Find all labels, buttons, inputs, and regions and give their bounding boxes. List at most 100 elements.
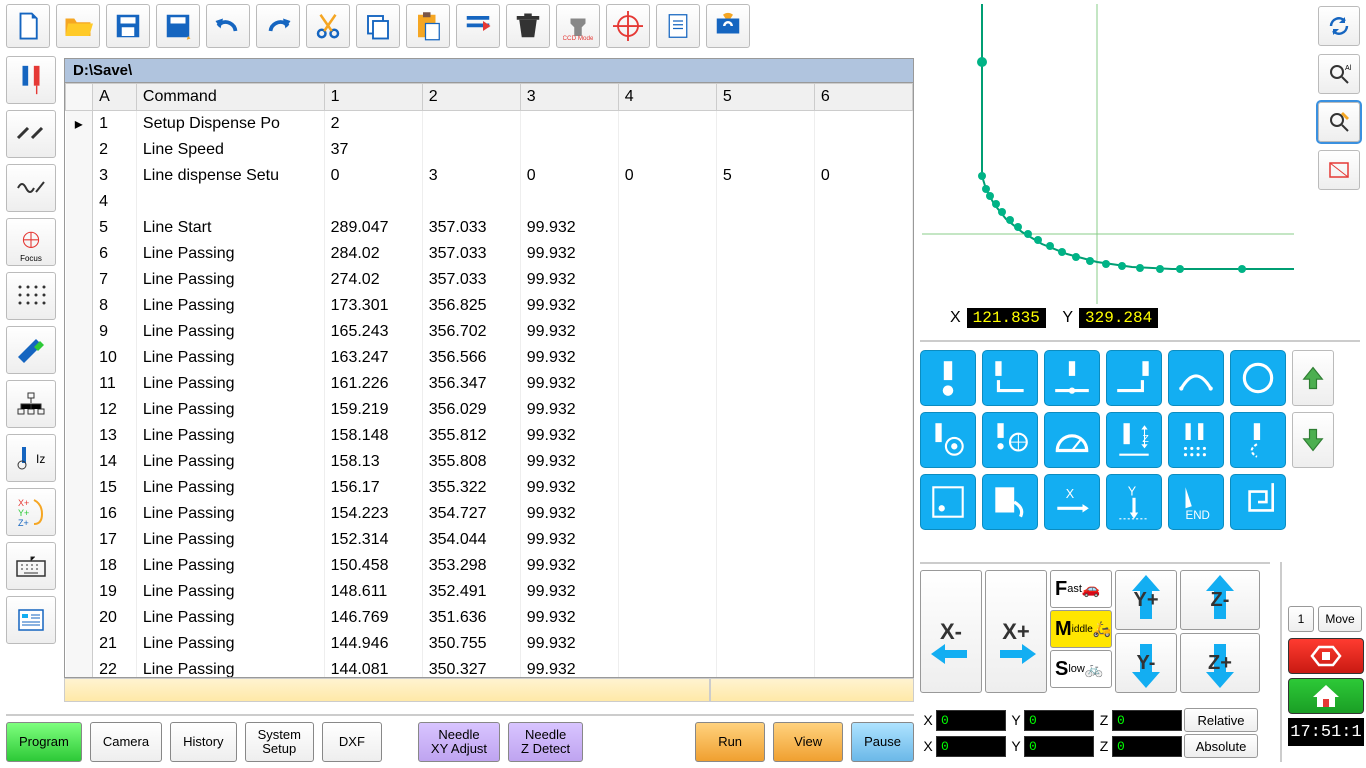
y-offset-button[interactable]: Y — [1106, 474, 1162, 530]
tree-tool-button[interactable] — [6, 380, 56, 428]
system-setup-tab[interactable]: System Setup — [245, 722, 314, 762]
table-row[interactable]: 15Line Passing156.17355.32299.932 — [66, 475, 913, 501]
circle-button[interactable] — [1230, 350, 1286, 406]
delete-button[interactable] — [506, 4, 550, 48]
rel-z-input[interactable]: 0 — [1112, 710, 1182, 731]
jog-y-plus[interactable]: Y+ — [1115, 570, 1177, 630]
home-button[interactable] — [1288, 678, 1364, 714]
open-file-button[interactable] — [56, 4, 100, 48]
speed-middle-button[interactable]: Middle🛵 — [1050, 610, 1112, 648]
spiral-button[interactable] — [1230, 474, 1286, 530]
table-row[interactable]: 2Line Speed37 — [66, 137, 913, 163]
table-row[interactable]: 12Line Passing159.219356.02999.932 — [66, 397, 913, 423]
x-offset-button[interactable]: X — [1044, 474, 1100, 530]
pause-button[interactable]: Pause — [851, 722, 914, 762]
dispense-dot-button[interactable] — [920, 350, 976, 406]
path-preview[interactable] — [922, 4, 1294, 304]
move-button[interactable]: Move — [1318, 606, 1362, 632]
mark-point-button[interactable] — [920, 474, 976, 530]
end-program-button[interactable]: END — [1168, 474, 1224, 530]
copy-button[interactable] — [356, 4, 400, 48]
table-row[interactable]: 4 — [66, 189, 913, 215]
speed-slow-button[interactable]: Slow 🚲 — [1050, 650, 1112, 688]
table-row[interactable]: 3Line dispense Setu030050 — [66, 163, 913, 189]
jog-x-minus[interactable]: X- — [920, 570, 982, 693]
fill-area-button[interactable] — [982, 474, 1038, 530]
jog-y-minus[interactable]: Y- — [1115, 633, 1177, 693]
config-z-button[interactable]: Iz — [6, 434, 56, 482]
jog-z-minus[interactable]: Z- — [1180, 570, 1260, 630]
table-row[interactable]: 20Line Passing146.769351.63699.932 — [66, 605, 913, 631]
table-row[interactable]: 5Line Start289.047357.03399.932 — [66, 215, 913, 241]
speed-fast-button[interactable]: Fast 🚗 — [1050, 570, 1112, 608]
new-file-button[interactable] — [6, 4, 50, 48]
arc-button[interactable] — [1168, 350, 1224, 406]
line-setup-button[interactable] — [982, 412, 1038, 468]
line-tool-button[interactable] — [6, 110, 56, 158]
list-up-button[interactable] — [1292, 350, 1334, 406]
zoom-window-button[interactable] — [1318, 150, 1360, 190]
wave-tool-button[interactable] — [6, 164, 56, 212]
xyz-offset-button[interactable]: X+Y+Z+ — [6, 488, 56, 536]
program-list-button[interactable] — [6, 596, 56, 644]
table-row[interactable]: 11Line Passing161.226356.34799.932 — [66, 371, 913, 397]
rel-x-input[interactable]: 0 — [936, 710, 1006, 731]
table-row[interactable]: 8Line Passing173.301356.82599.932 — [66, 293, 913, 319]
keyboard-button[interactable] — [6, 542, 56, 590]
line-passing-button[interactable] — [1044, 350, 1100, 406]
speed-button[interactable] — [1044, 412, 1100, 468]
jog-x-plus[interactable]: X+ — [985, 570, 1047, 693]
table-row[interactable]: 18Line Passing150.458353.29899.932 — [66, 553, 913, 579]
table-row[interactable]: 22Line Passing144.081350.32799.932 — [66, 657, 913, 679]
table-row[interactable]: 16Line Passing154.223354.72799.932 — [66, 501, 913, 527]
table-row[interactable]: 17Line Passing152.314354.04499.932 — [66, 527, 913, 553]
redo-button[interactable] — [256, 4, 300, 48]
zoom-all-button[interactable]: All — [1318, 54, 1360, 94]
abs-z-input[interactable]: 0 — [1112, 736, 1182, 757]
table-row[interactable]: 6Line Passing284.02357.03399.932 — [66, 241, 913, 267]
line-start-button[interactable] — [982, 350, 1038, 406]
measure-tool-button[interactable] — [6, 326, 56, 374]
refresh-monitor-button[interactable] — [706, 4, 750, 48]
absolute-button[interactable]: Absolute — [1184, 734, 1258, 758]
zoom-select-button[interactable] — [1318, 102, 1360, 142]
camera-tab[interactable]: Camera — [90, 722, 162, 762]
needle-array-button[interactable] — [1168, 412, 1224, 468]
refresh-preview-button[interactable] — [1318, 6, 1360, 46]
step-1-button[interactable]: 1 — [1288, 606, 1314, 632]
view-button[interactable]: View — [773, 722, 843, 762]
history-tab[interactable]: History — [170, 722, 236, 762]
table-row[interactable]: 19Line Passing148.611352.49199.932 — [66, 579, 913, 605]
save-as-button[interactable] — [156, 4, 200, 48]
z-clearance-button[interactable]: Z — [1106, 412, 1162, 468]
document-button[interactable] — [656, 4, 700, 48]
program-tab[interactable]: Program — [6, 722, 82, 762]
cut-button[interactable] — [306, 4, 350, 48]
table-row[interactable]: 13Line Passing158.148355.81299.932 — [66, 423, 913, 449]
table-row[interactable]: 14Line Passing158.13355.80899.932 — [66, 449, 913, 475]
needle-xy-button[interactable]: Needle XY Adjust — [418, 722, 500, 762]
rel-y-input[interactable]: 0 — [1024, 710, 1094, 731]
abs-x-input[interactable]: 0 — [936, 736, 1006, 757]
table-row[interactable]: 7Line Passing274.02357.03399.932 — [66, 267, 913, 293]
abs-y-input[interactable]: 0 — [1024, 736, 1094, 757]
relative-button[interactable]: Relative — [1184, 708, 1258, 732]
table-row[interactable]: ▸1Setup Dispense Po2 — [66, 111, 913, 137]
save-button[interactable] — [106, 4, 150, 48]
paste-button[interactable] — [406, 4, 450, 48]
undo-button[interactable] — [206, 4, 250, 48]
table-row[interactable]: 10Line Passing163.247356.56699.932 — [66, 345, 913, 371]
needle-z-button[interactable]: Needle Z Detect — [508, 722, 583, 762]
run-button[interactable]: Run — [695, 722, 765, 762]
ccd-mode-button[interactable]: CCD Mode — [556, 4, 600, 48]
crosshair-button[interactable] — [606, 4, 650, 48]
focus-button[interactable]: Focus — [6, 218, 56, 266]
table-row[interactable]: 9Line Passing165.243356.70299.932 — [66, 319, 913, 345]
dxf-tab[interactable]: DXF — [322, 722, 382, 762]
table-row[interactable]: 21Line Passing144.946350.75599.932 — [66, 631, 913, 657]
jog-z-plus[interactable]: Z+ — [1180, 633, 1260, 693]
needle-tool-button[interactable] — [6, 56, 56, 104]
line-end-button[interactable] — [1106, 350, 1162, 406]
command-grid[interactable]: ACommand123456▸1Setup Dispense Po22Line … — [64, 83, 914, 678]
insert-row-button[interactable] — [456, 4, 500, 48]
